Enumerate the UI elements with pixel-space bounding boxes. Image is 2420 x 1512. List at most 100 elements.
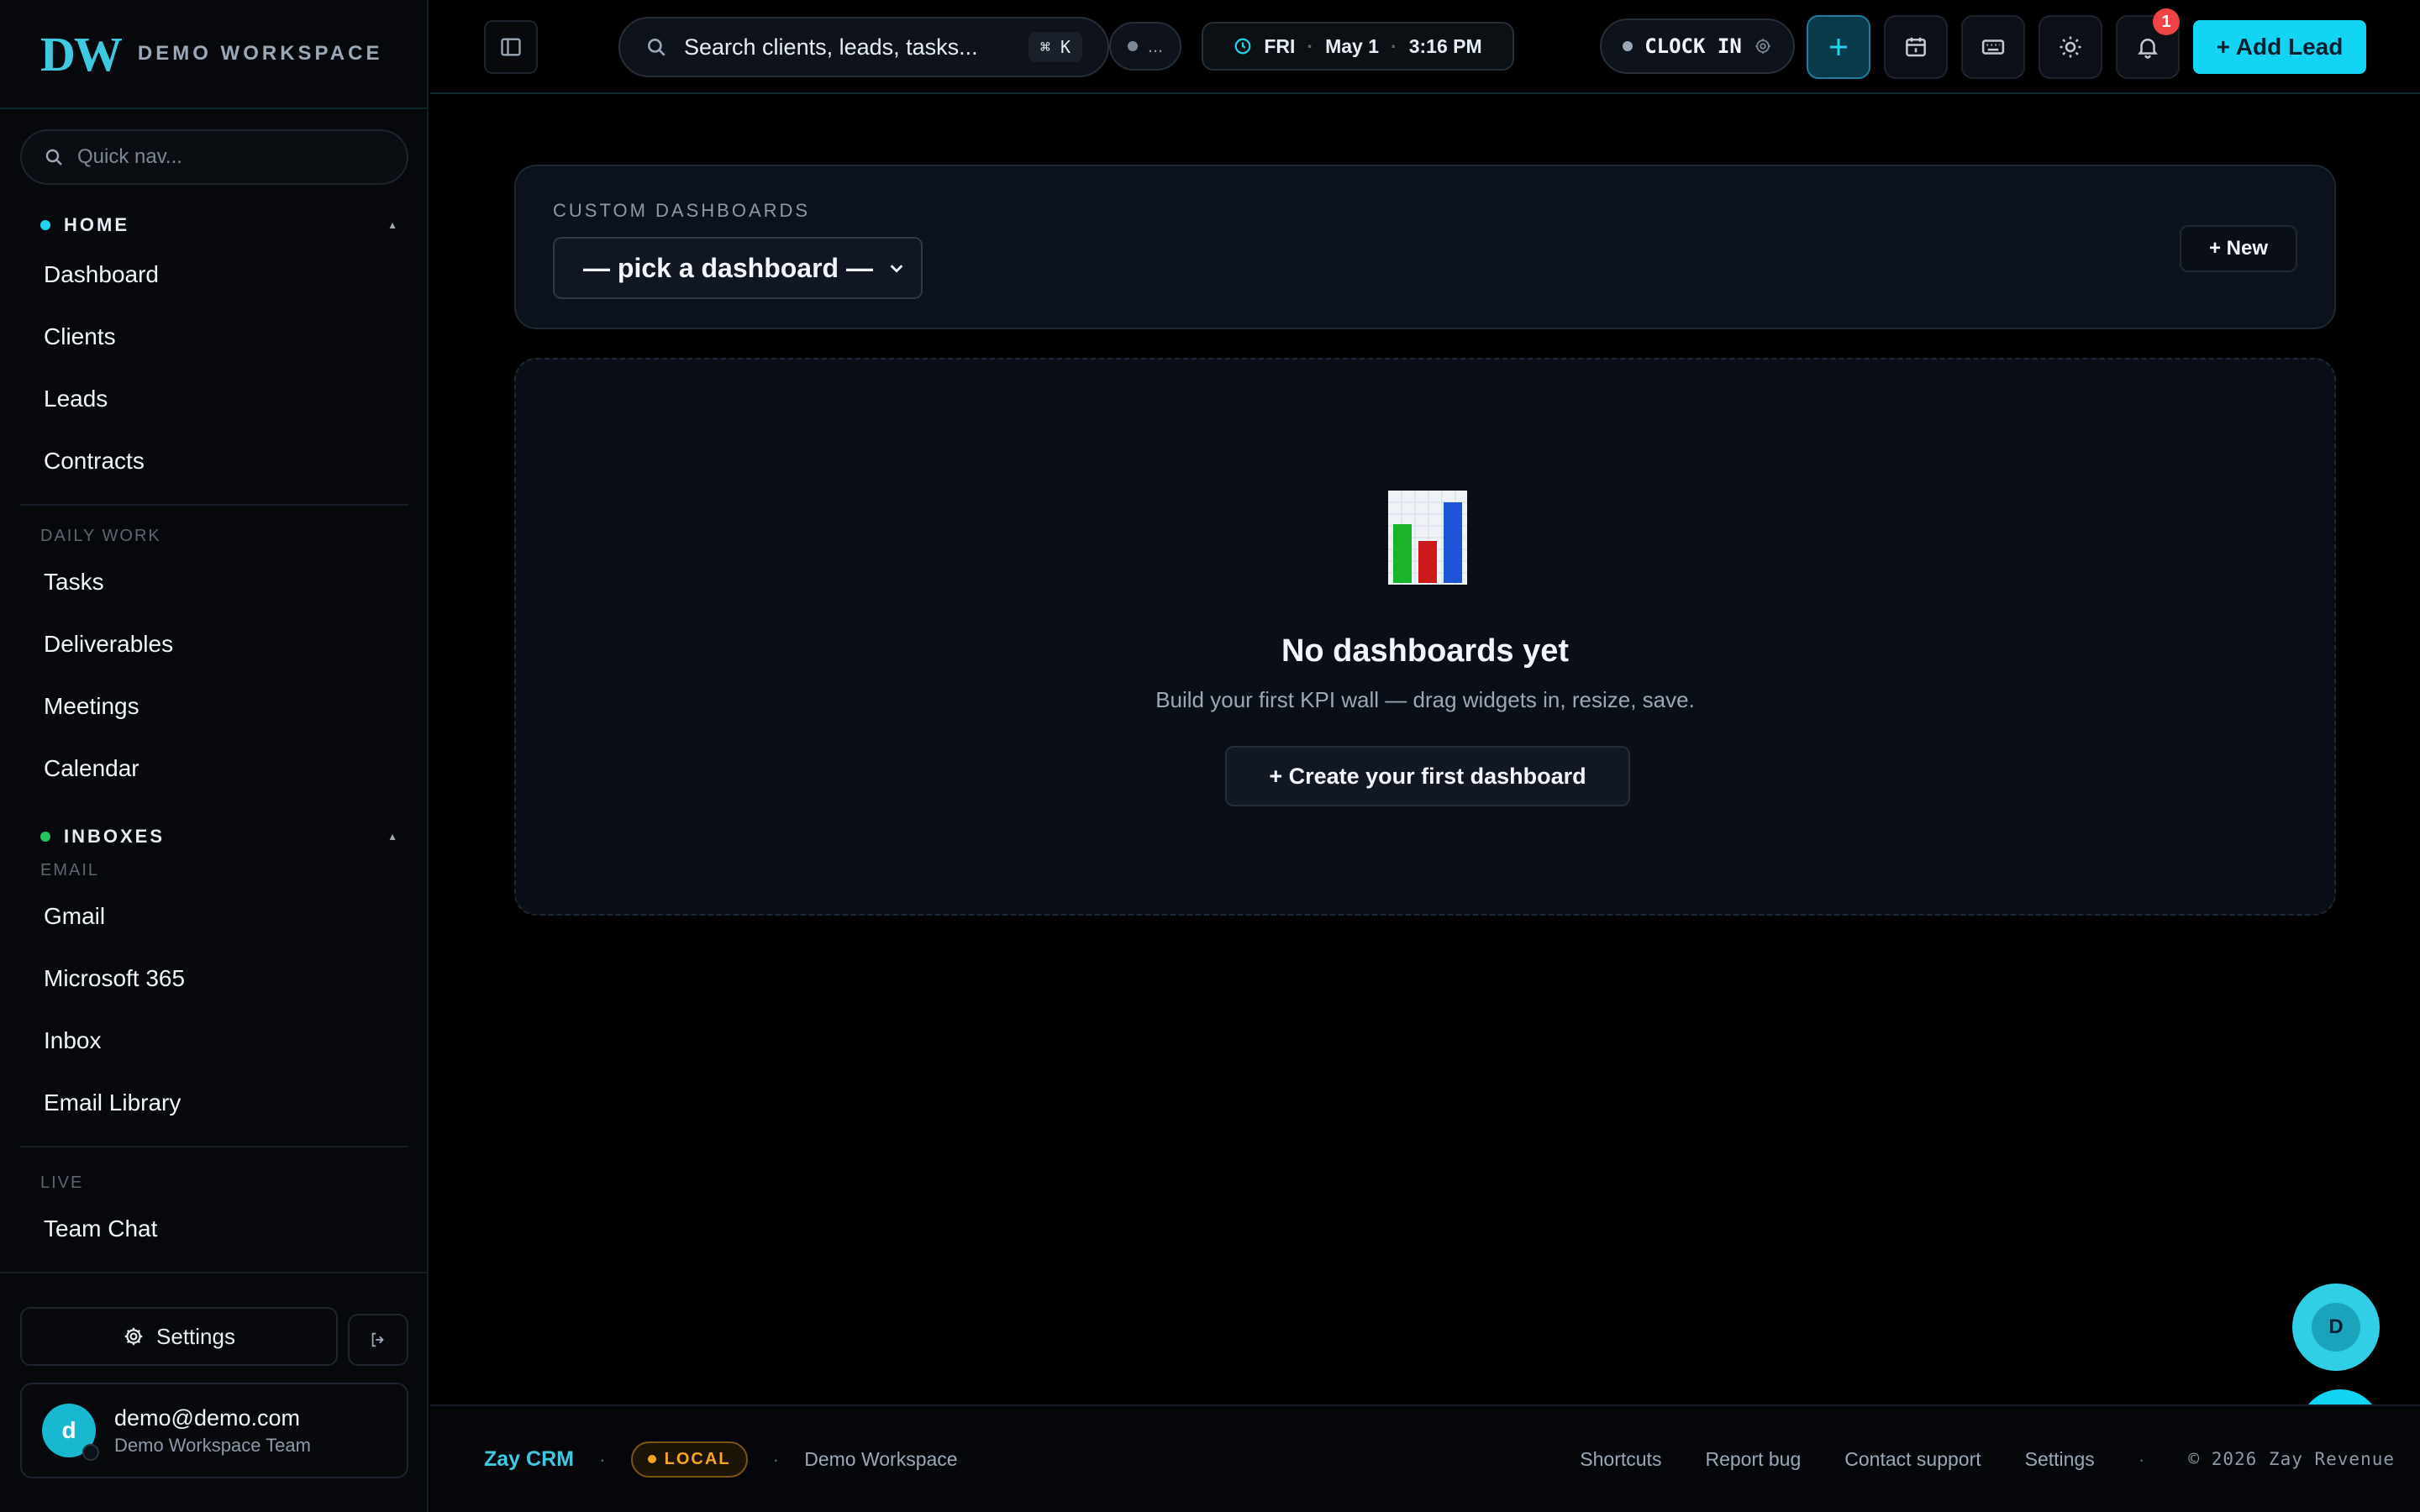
nav-section-inboxes: INBOXES ▲ EMAIL Gmail Microsoft 365 Inbo…: [20, 818, 408, 1147]
avatar-initial: d: [61, 1417, 76, 1443]
logout-icon: [371, 1332, 384, 1347]
divider: [0, 1272, 429, 1273]
sidebar-item-team-chat[interactable]: Team Chat: [20, 1198, 408, 1260]
quick-create-button[interactable]: [1807, 15, 1870, 79]
clock-icon: [1235, 38, 1251, 55]
new-dashboard-button[interactable]: + New: [2180, 225, 2297, 272]
avatar: D: [2312, 1303, 2360, 1352]
status-dot: [1623, 41, 1634, 51]
empty-state-subtitle: Build your first KPI wall — drag widgets…: [1155, 687, 1695, 712]
avatar-initial: D: [2328, 1315, 2344, 1338]
status-dot: [1127, 41, 1138, 51]
sidebar-item-gmail[interactable]: Gmail: [20, 885, 408, 948]
bar-chart-icon: [1388, 491, 1467, 585]
sidebar-toggle-button[interactable]: [484, 20, 538, 74]
notification-badge: 1: [2153, 8, 2180, 35]
clock-in-label: CLOCK IN: [1644, 34, 1742, 58]
search-icon: [45, 149, 62, 165]
date-label: May 1: [1325, 34, 1380, 57]
status-dot: [40, 832, 50, 842]
footer-links: Shortcuts Report bug Contact support Set…: [1580, 1448, 2395, 1471]
status-dot: [647, 1455, 656, 1463]
section-header-home[interactable]: HOME ▲: [20, 207, 408, 244]
keyboard-icon: [1981, 39, 2005, 55]
environment-badge: LOCAL: [630, 1441, 748, 1478]
theme-toggle-button[interactable]: [2039, 15, 2102, 79]
clock-in-button[interactable]: CLOCK IN: [1600, 18, 1795, 74]
user-info: demo@demo.com Demo Workspace Team: [114, 1405, 311, 1457]
quick-nav-input[interactable]: [77, 145, 397, 169]
avatar: d: [42, 1404, 99, 1461]
footer-link-report-bug[interactable]: Report bug: [1705, 1448, 1801, 1471]
sidebar-item-tasks[interactable]: Tasks: [20, 551, 408, 613]
logout-button[interactable]: [348, 1314, 408, 1366]
footer-link-contact-support[interactable]: Contact support: [1844, 1448, 1981, 1471]
brand-logo: DW: [40, 26, 123, 81]
sidebar-item-dashboard[interactable]: Dashboard: [20, 244, 408, 306]
sidebar-item-clients[interactable]: Clients: [20, 306, 408, 368]
sidebar: DW DEMO WORKSPACE HOME ▲ Dashboard Clien…: [0, 0, 429, 1512]
day-label: FRI: [1264, 34, 1296, 57]
separator: ·: [2138, 1447, 2145, 1470]
sidebar-item-calendar[interactable]: Calendar: [20, 738, 408, 800]
sidebar-item-meetings[interactable]: Meetings: [20, 675, 408, 738]
dashboard-select[interactable]: — pick a dashboard —: [553, 237, 923, 299]
custom-dashboards-panel: CUSTOM DASHBOARDS — pick a dashboard — +…: [514, 165, 2336, 329]
sidebar-item-contracts[interactable]: Contracts: [20, 430, 408, 492]
notifications-button[interactable]: 1: [2116, 8, 2180, 79]
floating-avatar-button[interactable]: D: [2292, 1284, 2380, 1371]
section-title: INBOXES: [64, 826, 166, 847]
section-title-live: LIVE: [40, 1173, 84, 1192]
separator: ·: [772, 1447, 780, 1470]
sidebar-item-deliverables[interactable]: Deliverables: [20, 613, 408, 675]
datetime-display: FRI · May 1 · 3:16 PM: [1202, 22, 1514, 71]
status-dot: [40, 220, 50, 230]
divider: [20, 1146, 408, 1147]
quick-nav-search[interactable]: [20, 129, 408, 185]
create-first-dashboard-button[interactable]: + Create your first dashboard: [1225, 746, 1630, 806]
footer-link-shortcuts[interactable]: Shortcuts: [1580, 1448, 1661, 1471]
sidebar-item-email-library[interactable]: Email Library: [20, 1072, 408, 1134]
gear-icon[interactable]: [1754, 37, 1772, 55]
calendar-icon: [1906, 37, 1926, 57]
user-email: demo@demo.com: [114, 1404, 300, 1431]
caret-up-icon: ▲: [387, 831, 400, 843]
sidebar-item-leads[interactable]: Leads: [20, 368, 408, 430]
status-text: ...: [1147, 35, 1164, 56]
plus-icon: [1830, 39, 1847, 55]
settings-button[interactable]: Settings: [20, 1307, 338, 1366]
global-search[interactable]: Search clients, leads, tasks... ⌘ K: [618, 17, 1109, 77]
footer-brand[interactable]: Zay CRM: [484, 1447, 574, 1472]
top-bar: Search clients, leads, tasks... ⌘ K ... …: [430, 0, 2420, 94]
gear-icon: [124, 1327, 143, 1346]
sidebar-toggle-icon: [501, 38, 521, 56]
user-team: Demo Workspace Team: [114, 1434, 311, 1456]
settings-label: Settings: [156, 1323, 235, 1349]
workspace-name: DEMO WORKSPACE: [137, 42, 383, 65]
user-profile-card[interactable]: d demo@demo.com Demo Workspace Team: [20, 1383, 408, 1478]
copyright: © 2026 Zay Revenue: [2188, 1449, 2395, 1469]
empty-state-title: No dashboards yet: [1281, 633, 1570, 669]
search-placeholder: Search clients, leads, tasks...: [684, 34, 978, 60]
bell-icon: [2138, 39, 2158, 59]
section-header-inboxes[interactable]: INBOXES ▲: [20, 818, 408, 855]
separator: ·: [1391, 34, 1397, 57]
nav-section-live: LIVE Team Chat: [20, 1168, 408, 1260]
chevron-down-icon: [890, 265, 903, 273]
status-pill[interactable]: ...: [1109, 22, 1181, 71]
section-title-daily-work: DAILY WORK: [40, 526, 161, 545]
sidebar-item-inbox[interactable]: Inbox: [20, 1010, 408, 1072]
sidebar-item-microsoft-365[interactable]: Microsoft 365: [20, 948, 408, 1010]
footer-link-settings[interactable]: Settings: [2025, 1448, 2095, 1471]
add-lead-button[interactable]: + Add Lead: [2193, 20, 2366, 74]
dashboard-select-value: — pick a dashboard —: [583, 252, 873, 283]
separator: ·: [598, 1447, 606, 1470]
footer: Zay CRM · LOCAL · Demo Workspace Shortcu…: [430, 1404, 2420, 1512]
presence-indicator: [82, 1444, 99, 1461]
keyboard-shortcuts-button[interactable]: [1961, 15, 2025, 79]
divider: [20, 504, 408, 506]
environment-label: LOCAL: [664, 1449, 731, 1468]
time-label: 3:16 PM: [1408, 34, 1482, 57]
calendar-button[interactable]: [1884, 15, 1948, 79]
brand[interactable]: DW DEMO WORKSPACE: [0, 0, 427, 109]
